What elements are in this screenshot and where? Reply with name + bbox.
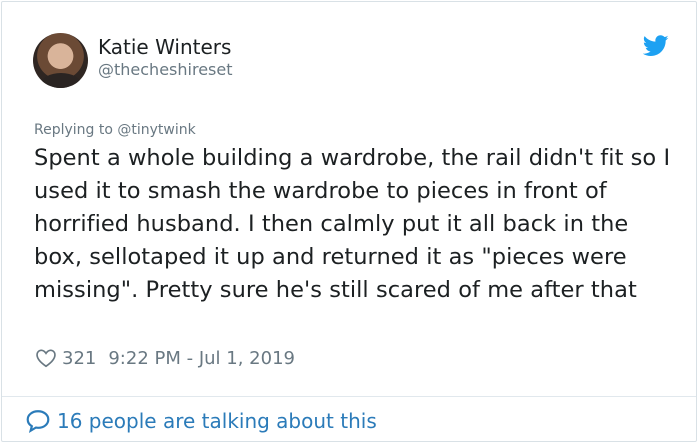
replying-to[interactable]: Replying to @tinytwink [34,122,196,138]
avatar[interactable] [33,33,88,88]
timestamp[interactable]: 9:22 PM - Jul 1, 2019 [108,348,295,369]
divider [2,396,696,397]
avatar-shoulder [41,73,81,88]
tweet-meta: 321 9:22 PM - Jul 1, 2019 [35,346,295,370]
talking-label: 16 people are talking about this [57,409,377,433]
twitter-bird-icon[interactable] [643,35,669,57]
heart-icon[interactable] [35,347,57,369]
talking-link[interactable]: 16 people are talking about this [25,407,377,435]
author-name[interactable]: Katie Winters [98,35,231,59]
like-count[interactable]: 321 [62,348,96,369]
comment-bubble-icon [26,410,50,434]
author-handle[interactable]: @thecheshireset [98,60,232,79]
tweet-text: Spent a whole building a wardrobe, the r… [34,145,671,303]
tweet-card: Katie Winters @thecheshireset Replying t… [1,1,697,442]
